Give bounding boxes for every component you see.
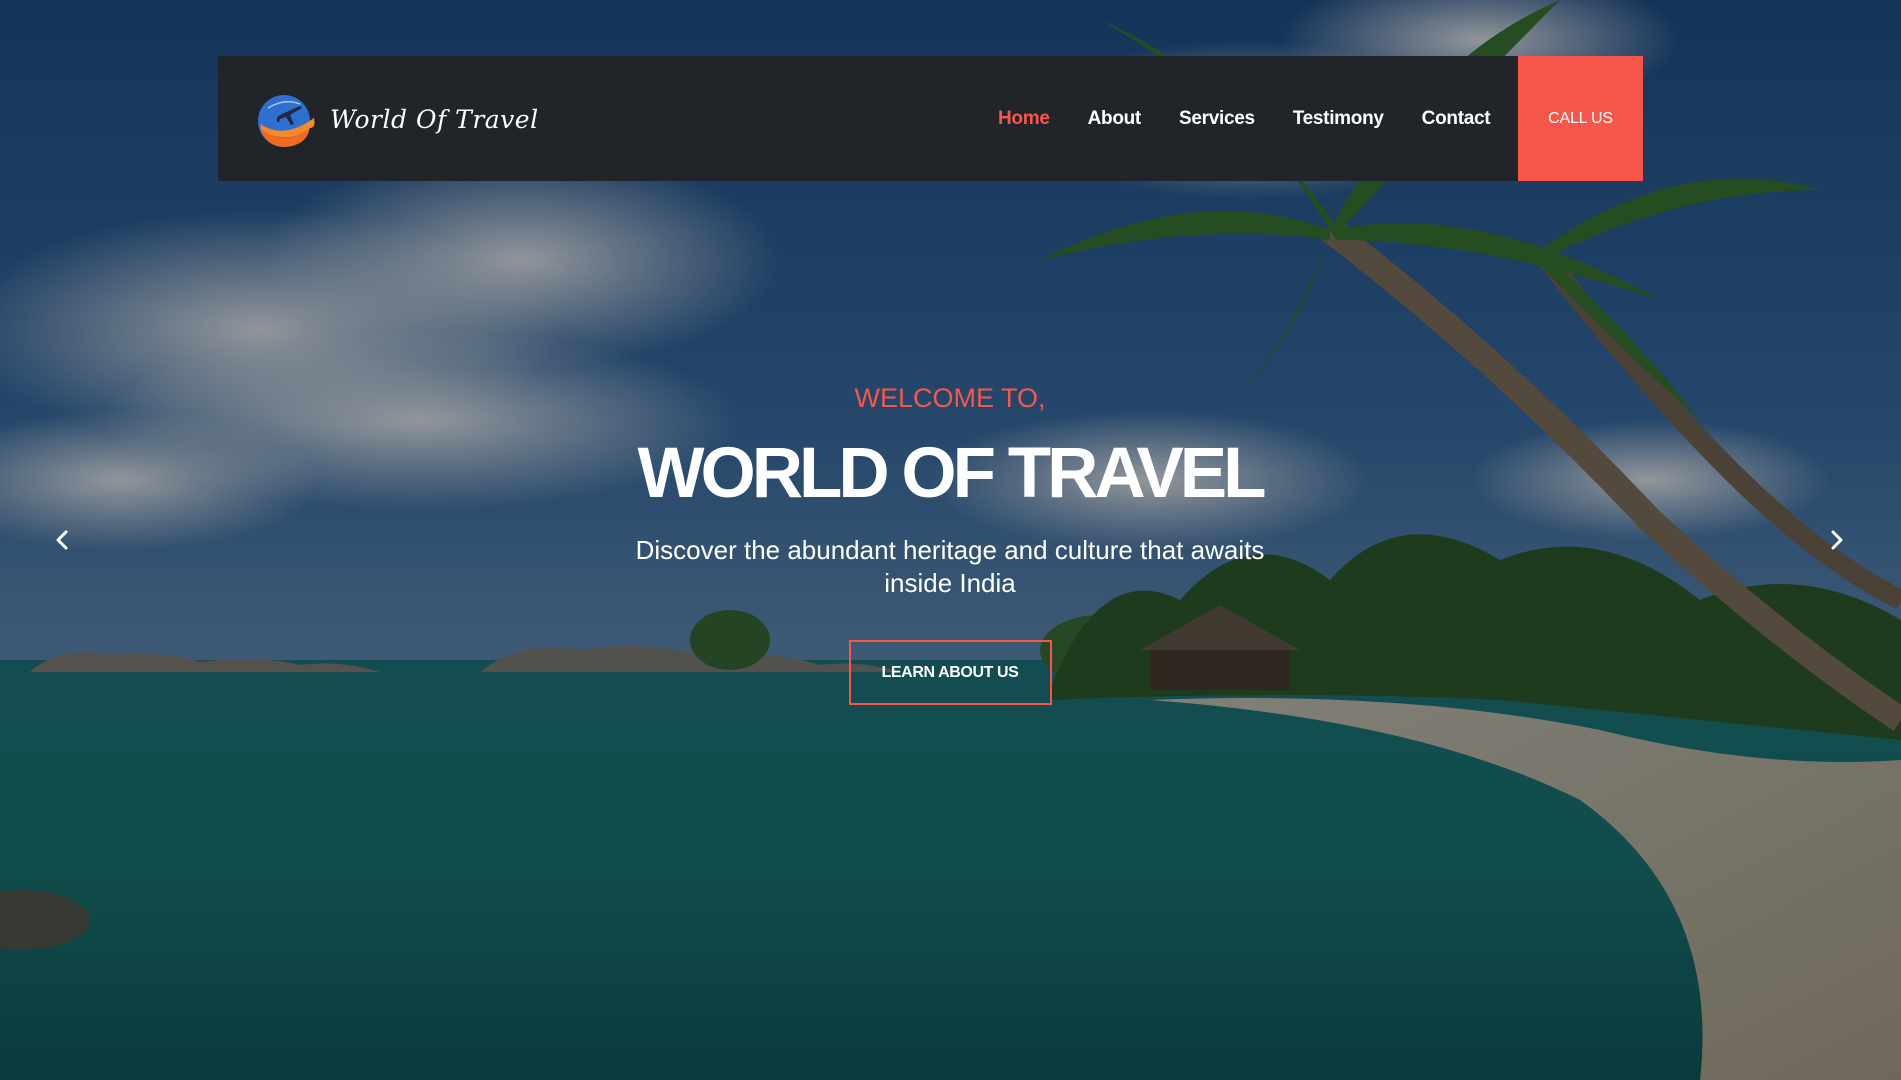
brand[interactable]: World Of Travel [254, 88, 539, 150]
call-us-button[interactable]: CALL US [1518, 56, 1643, 181]
main-nav: Home About Services Testimony Contact [998, 56, 1528, 181]
globe-plane-icon [258, 95, 315, 147]
nav-item-testimony[interactable]: Testimony [1293, 108, 1384, 130]
nav-item-services[interactable]: Services [1179, 108, 1255, 130]
learn-about-us-button[interactable]: LEARN ABOUT US [848, 640, 1052, 705]
chevron-right-icon [1831, 530, 1843, 550]
brand-name: World Of Travel [330, 104, 539, 134]
hero-kicker: WELCOME TO, [854, 383, 1046, 413]
chevron-left-icon [56, 530, 68, 550]
nav-item-contact[interactable]: Contact [1422, 108, 1491, 130]
nav-item-about[interactable]: About [1088, 108, 1142, 130]
hero-description: Discover the abundant heritage and cultu… [635, 535, 1265, 598]
nav-item-home[interactable]: Home [998, 108, 1050, 130]
site-header: World Of Travel Home About Services Test… [218, 56, 1643, 181]
carousel-next-button[interactable] [1819, 522, 1855, 558]
hero-carousel: World Of Travel Home About Services Test… [0, 0, 1901, 1080]
carousel-prev-button[interactable] [44, 522, 80, 558]
hero-title: WORLD OF TRAVEL [637, 434, 1267, 513]
hero-caption: WELCOME TO, WORLD OF TRAVEL Discover the… [550, 378, 1350, 705]
